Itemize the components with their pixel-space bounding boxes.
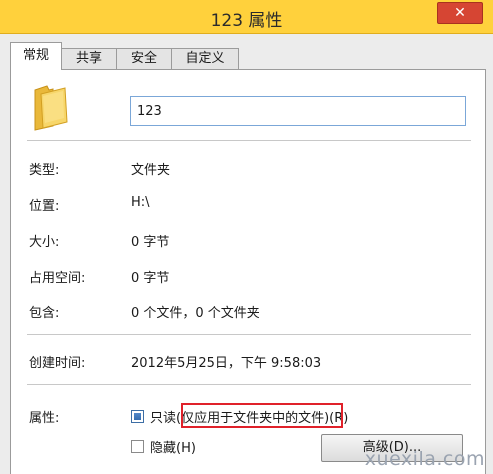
location-value: H:\: [131, 195, 150, 210]
type-label: 类型:: [29, 163, 60, 178]
readonly-checkbox[interactable]: [131, 410, 144, 423]
title-bar[interactable]: 123 属性 ✕: [0, 0, 493, 34]
tab-sharing[interactable]: 共享: [61, 48, 117, 70]
contains-value: 0 个文件，0 个文件夹: [131, 306, 260, 321]
separator: [27, 334, 471, 335]
close-icon: ✕: [454, 5, 466, 21]
size-on-disk-label: 占用空间:: [29, 271, 86, 286]
location-label: 位置:: [29, 199, 60, 214]
hidden-label[interactable]: 隐藏(H): [150, 437, 196, 456]
tab-general[interactable]: 常规: [10, 42, 62, 70]
watermark: xuexila.com: [364, 448, 485, 470]
created-value: 2012年5月25日，下午 9:58:03: [131, 356, 322, 371]
tab-customize[interactable]: 自定义: [171, 48, 239, 70]
separator: [27, 384, 471, 385]
size-label: 大小:: [29, 235, 60, 250]
folder-name-input[interactable]: [130, 96, 466, 126]
highlight-box: [181, 403, 343, 428]
size-on-disk-value: 0 字节: [131, 271, 170, 286]
attributes-label: 属性:: [29, 411, 60, 426]
hidden-checkbox[interactable]: [131, 440, 144, 453]
size-value: 0 字节: [131, 235, 170, 250]
tab-security[interactable]: 安全: [116, 48, 172, 70]
contains-label: 包含:: [29, 306, 60, 321]
created-label: 创建时间:: [29, 356, 86, 371]
close-button[interactable]: ✕: [437, 2, 483, 24]
type-value: 文件夹: [131, 163, 171, 178]
separator: [27, 140, 471, 141]
window-title: 123 属性: [210, 11, 283, 31]
general-panel: 类型: 文件夹 位置: H:\ 大小: 0 字节 占用空间: 0 字节 包含: …: [10, 69, 486, 474]
folder-icon: [34, 85, 68, 131]
